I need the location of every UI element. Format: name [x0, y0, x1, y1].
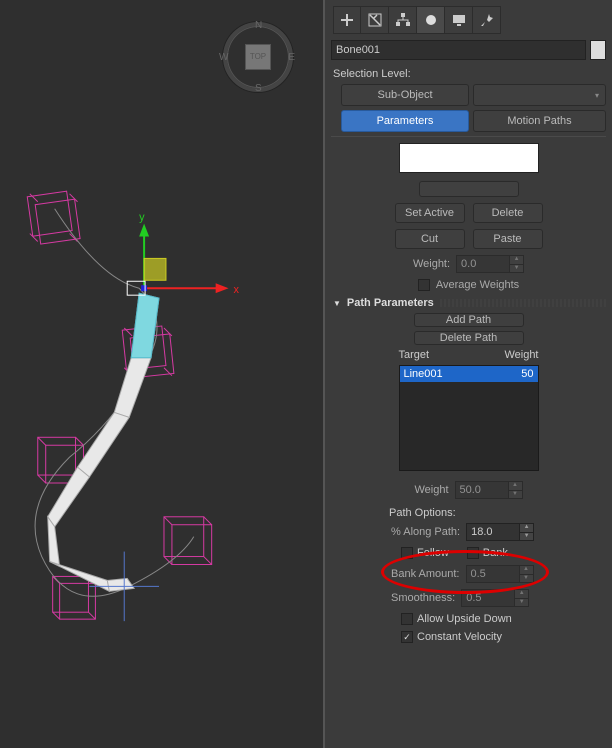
blank-button[interactable]: [419, 181, 519, 197]
delete-path-button[interactable]: Delete Path: [414, 331, 524, 345]
delete-controller-button[interactable]: Delete: [473, 203, 543, 223]
bank-amount-label: Bank Amount:: [391, 568, 460, 580]
weight-label: Weight:: [413, 258, 450, 270]
path-options-label: Path Options:: [389, 507, 606, 519]
bank-amount-spinner[interactable]: ▲▼: [466, 565, 534, 583]
weight2-spinner[interactable]: ▲▼: [455, 481, 523, 499]
rollout-toggle-icon[interactable]: ▼: [333, 299, 341, 308]
object-name-input[interactable]: [331, 40, 586, 60]
viewcube-face[interactable]: TOP: [245, 44, 271, 70]
sub-object-button[interactable]: Sub-Object: [341, 84, 469, 106]
tab-modify[interactable]: [361, 6, 389, 34]
target-col-header: Target: [399, 349, 505, 361]
follow-checkbox[interactable]: [401, 547, 413, 559]
motion-paths-button[interactable]: Motion Paths: [473, 110, 606, 132]
selection-level-label: Selection Level:: [333, 68, 606, 80]
along-path-spinner[interactable]: ▲▼: [466, 523, 534, 541]
list-item[interactable]: Line001 50: [400, 366, 538, 382]
axis-x-label: x: [234, 284, 240, 296]
tab-motion[interactable]: [417, 6, 445, 34]
const-velocity-checkbox[interactable]: ✓: [401, 631, 413, 643]
average-weights-checkbox[interactable]: [418, 279, 430, 291]
weight-col-header: Weight: [504, 349, 538, 361]
smoothness-label: Smoothness:: [391, 592, 455, 604]
bank-checkbox[interactable]: [467, 547, 479, 559]
paste-button[interactable]: Paste: [473, 229, 543, 249]
set-active-button[interactable]: Set Active: [395, 203, 465, 223]
viewport-scene: x y: [0, 0, 323, 743]
average-weights-label: Average Weights: [436, 279, 519, 291]
controller-list[interactable]: [399, 143, 539, 173]
object-color-swatch[interactable]: [590, 40, 606, 60]
parameters-button[interactable]: Parameters: [341, 110, 469, 132]
command-panel: Selection Level: Sub-Object Parameters M…: [325, 0, 612, 748]
viewcube[interactable]: TOP N S E W: [223, 22, 293, 92]
cut-button[interactable]: Cut: [395, 229, 465, 249]
tab-display[interactable]: [445, 6, 473, 34]
path-target-list[interactable]: Line001 50: [399, 365, 539, 471]
tab-create[interactable]: [333, 6, 361, 34]
path-parameters-header[interactable]: Path Parameters: [347, 297, 434, 309]
tab-utilities[interactable]: [473, 6, 501, 34]
add-path-button[interactable]: Add Path: [414, 313, 524, 327]
along-path-label: % Along Path:: [391, 526, 460, 538]
weight-spinner[interactable]: ▲▼: [456, 255, 524, 273]
tab-hierarchy[interactable]: [389, 6, 417, 34]
viewport[interactable]: x y TOP N S E W: [0, 0, 325, 748]
sub-object-dropdown[interactable]: [473, 84, 606, 106]
allow-upside-checkbox[interactable]: [401, 613, 413, 625]
axis-y-label: y: [139, 212, 145, 224]
smoothness-spinner[interactable]: ▲▼: [461, 589, 529, 607]
weight2-label: Weight: [414, 484, 448, 496]
